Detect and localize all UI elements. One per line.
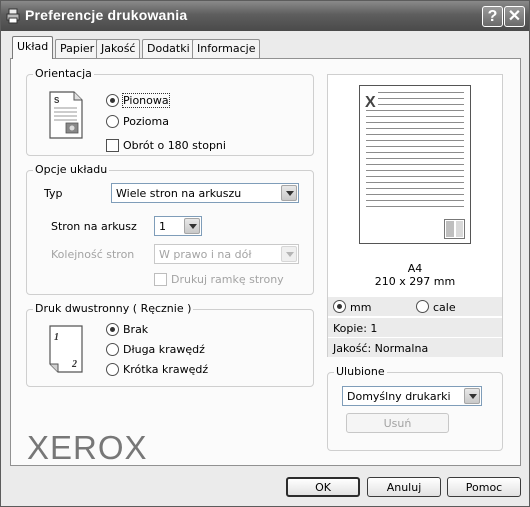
page-preview-panel: X A4 210 x 297 mm mm cale Kopie: 1 Jakoś…: [327, 74, 503, 357]
svg-text:1: 1: [54, 332, 59, 343]
page-preview-line: [366, 128, 464, 129]
page-thumbnail-icon: [444, 219, 465, 239]
pages-per-sheet-value: 1: [159, 220, 166, 233]
favorites-legend: Ulubione: [334, 365, 387, 378]
page-preview-line: [366, 140, 464, 141]
page-preview-line: [366, 116, 464, 117]
page-preview-line: [366, 200, 464, 201]
svg-text:S: S: [54, 96, 60, 105]
duplex-long-edge-label[interactable]: Długa krawędź: [123, 343, 205, 356]
favorites-value: Domyślny drukarki: [347, 390, 451, 403]
close-button[interactable]: ✕: [504, 6, 525, 27]
page-preview-line: [366, 176, 464, 177]
duplex-long-edge-radio[interactable]: [106, 343, 119, 356]
portrait-document-icon: S: [49, 91, 83, 139]
page-preview-line: [366, 170, 464, 171]
page-preview-line: [366, 194, 464, 195]
orientation-legend: Orientacja: [33, 67, 94, 80]
page-preview-line: [378, 92, 464, 93]
duplex-short-edge-label[interactable]: Krótka krawędź: [123, 363, 208, 376]
layout-options-group: Opcje układu Typ Wiele stron na arkuszu …: [26, 163, 314, 295]
units-row: mm cale: [328, 296, 502, 316]
type-label: Typ: [44, 187, 63, 200]
page-preview-line: [366, 146, 464, 147]
chevron-down-icon[interactable]: [464, 388, 480, 404]
orientation-group: Orientacja S Pionowa Pozioma Obrót o 180…: [26, 67, 314, 156]
page-preview-line: [366, 122, 464, 123]
pages-per-sheet-select[interactable]: 1: [154, 216, 202, 236]
delete-favorite-button[interactable]: Usuń: [346, 413, 449, 433]
duplex-group: Druk dwustronny ( Ręcznie ) 1 2 Brak Dłu…: [26, 302, 314, 387]
landscape-radio[interactable]: [106, 115, 119, 128]
xerox-logo: XEROX: [27, 429, 148, 466]
page-order-value: W prawo i na dół: [159, 248, 252, 261]
favorites-select[interactable]: Domyślny drukarki: [342, 386, 482, 406]
quality-info: Jakość: Normalna: [333, 342, 429, 355]
portrait-radio[interactable]: [106, 94, 119, 107]
copies-info: Kopie: 1: [333, 322, 378, 335]
page-order-label: Kolejność stron: [51, 248, 135, 261]
tab-paper[interactable]: Papier: [55, 39, 100, 58]
landscape-label[interactable]: Pozioma: [123, 115, 169, 128]
quality-row: Jakość: Normalna: [328, 337, 502, 357]
page-preview-line: [366, 110, 464, 111]
printer-icon: [6, 8, 20, 24]
page-preview-line: [366, 182, 464, 183]
portrait-label[interactable]: Pionowa: [122, 93, 170, 108]
chevron-down-icon[interactable]: [281, 246, 297, 262]
cancel-button[interactable]: Anuluj: [367, 477, 441, 497]
title-bar: Preferencje drukowania ? ✕: [1, 1, 529, 31]
paper-name: A4: [407, 262, 423, 275]
layout-type-value: Wiele stron na arkuszu: [116, 187, 242, 200]
page-preview-line: [378, 98, 464, 99]
layout-type-select[interactable]: Wiele stron na arkuszu: [111, 183, 299, 203]
print-border-checkbox[interactable]: [154, 273, 167, 286]
page-preview-line: [366, 164, 464, 165]
tab-information[interactable]: Informacje: [192, 39, 261, 58]
page-preview-line: [366, 188, 464, 189]
pages-per-sheet-label: Stron na arkusz: [51, 220, 137, 233]
unit-inch-radio[interactable]: [416, 300, 429, 313]
duplex-legend: Druk dwustronny ( Ręcznie ): [33, 302, 194, 315]
window-title: Preferencje drukowania: [25, 7, 188, 23]
page-preview: X: [359, 85, 471, 244]
duplex-document-icon: 1 2: [49, 325, 83, 373]
page-preview-line: [366, 158, 464, 159]
page-preview-line: [366, 134, 464, 135]
chevron-down-icon[interactable]: [184, 218, 200, 234]
tab-extras[interactable]: Dodatki: [142, 39, 195, 58]
favorites-group: Ulubione Domyślny drukarki Usuń: [327, 365, 503, 451]
unit-mm-radio[interactable]: [333, 300, 346, 313]
page-preview-line: [366, 206, 464, 207]
layout-options-legend: Opcje układu: [33, 163, 110, 176]
duplex-short-edge-radio[interactable]: [106, 363, 119, 376]
page-preview-line: [366, 152, 464, 153]
layout-tab-panel: Orientacja S Pionowa Pozioma Obrót o 180…: [10, 58, 521, 466]
print-border-label[interactable]: Drukuj ramkę strony: [171, 273, 284, 286]
rotate-180-label[interactable]: Obrót o 180 stopni: [123, 139, 226, 152]
page-order-select[interactable]: W prawo i na dół: [154, 244, 299, 264]
rotate-180-checkbox[interactable]: [106, 139, 119, 152]
help-button[interactable]: Pomoc: [447, 477, 521, 497]
tab-quality[interactable]: Jakość: [96, 39, 141, 58]
duplex-none-label[interactable]: Brak: [123, 323, 148, 336]
page-preview-line: [378, 104, 464, 105]
copies-row: Kopie: 1: [328, 317, 502, 337]
help-title-button[interactable]: ?: [482, 6, 503, 27]
chevron-down-icon[interactable]: [281, 185, 297, 201]
unit-mm-label[interactable]: mm: [350, 301, 371, 314]
svg-text:2: 2: [71, 359, 77, 370]
duplex-none-radio[interactable]: [106, 323, 119, 336]
tab-layout[interactable]: Układ: [12, 36, 54, 59]
ok-button[interactable]: OK: [286, 477, 360, 497]
unit-inch-label[interactable]: cale: [433, 301, 456, 314]
paper-dimensions: 210 x 297 mm: [374, 275, 456, 288]
print-preferences-window: Preferencje drukowania ? ✕ Układ Papier …: [0, 0, 530, 507]
